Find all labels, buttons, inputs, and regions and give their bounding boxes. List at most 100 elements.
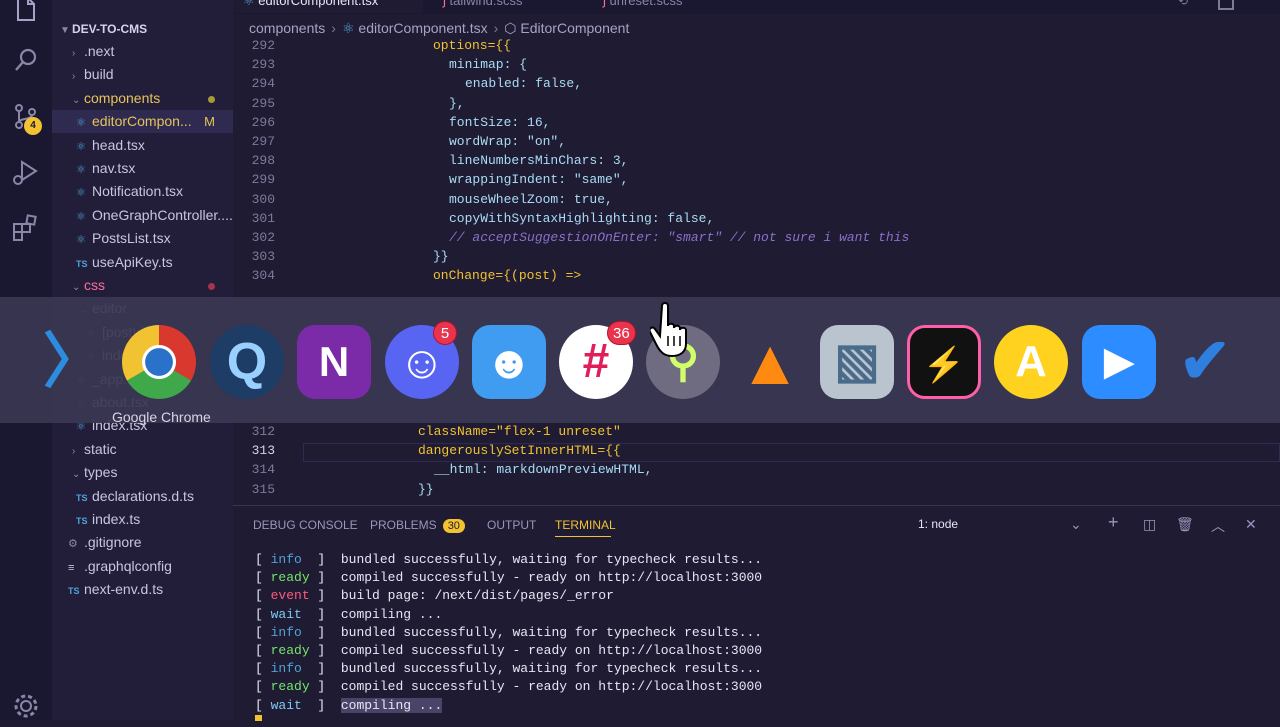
code-line: copyWithSyntaxHighlighting: false,: [449, 210, 715, 226]
bottom-panel: DEBUG CONSOLE PROBLEMS 30 OUTPUT TERMINAL…: [233, 505, 1280, 721]
tree-item-label: build: [84, 66, 114, 83]
typescript-icon: TS: [76, 258, 88, 269]
code-line: minimap: {: [449, 57, 528, 73]
line-number: 298: [251, 153, 275, 169]
log-level: ready: [270, 679, 310, 695]
chevron-down-icon[interactable]: ⌄: [1070, 516, 1082, 533]
file-item[interactable]: ≡ .graphqlconfig: [52, 555, 233, 578]
tree-item-label: declarations.d.ts: [92, 487, 194, 504]
dock-app-vlc-icon[interactable]: ▲: [733, 325, 807, 399]
breadcrumb-folder[interactable]: components: [249, 20, 325, 36]
file-item[interactable]: ⚙ .gitignore: [52, 531, 233, 554]
log-message: compiled successfully - ready on http://…: [340, 679, 763, 695]
sass-icon: ʃ: [603, 0, 606, 8]
chevron-right-icon: ›: [72, 48, 76, 59]
tree-item-label: static: [84, 440, 117, 457]
file-item[interactable]: TS declarations.d.ts: [52, 485, 233, 508]
chevron-down-icon: ⌄: [72, 282, 81, 293]
line-number: 313: [251, 443, 275, 459]
dock-app-hyper-icon[interactable]: ⚡: [907, 325, 981, 399]
code-line: wordWrap: "on",: [449, 134, 567, 149]
code-line: wrappingIndent: "same",: [449, 172, 629, 188]
code-line: lineNumbersMinChars: 3,: [449, 153, 629, 169]
search-icon[interactable]: [10, 44, 42, 76]
component-icon: ⬡: [504, 20, 517, 36]
react-icon: ⚛: [76, 187, 86, 200]
tab-terminal[interactable]: TERMINAL: [555, 518, 616, 532]
tab-debug-console[interactable]: DEBUG CONSOLE: [253, 518, 358, 532]
typescript-icon: TS: [68, 586, 80, 597]
dock-app-to-do-icon[interactable]: ✔: [1168, 325, 1242, 399]
file-item[interactable]: TS useApiKey.ts: [52, 251, 233, 274]
tree-item-label: .gitignore: [84, 534, 142, 551]
file-item[interactable]: ⚛ OneGraphController....: [52, 204, 233, 227]
run-debug-icon[interactable]: [10, 156, 42, 188]
tree-item-label: Notification.tsx: [92, 183, 184, 200]
workspace-root[interactable]: ▼ DEV-TO-CMS: [52, 18, 233, 40]
folder-item[interactable]: › build: [52, 63, 233, 86]
split-editor-icon[interactable]: [1218, 0, 1234, 10]
tab-output[interactable]: OUTPUT: [487, 518, 536, 532]
line-number: 293: [251, 57, 275, 73]
editor-tabs: ⚛ editorComponent.tsx ʃ tailwind.scss ʃ …: [233, 0, 1280, 14]
log-level: info: [270, 552, 302, 567]
folder-item[interactable]: ⌄ css: [52, 274, 233, 297]
close-icon[interactable]: ✕: [1245, 516, 1257, 533]
typescript-icon: TS: [76, 516, 88, 526]
files-icon[interactable]: [10, 0, 42, 26]
scm-badge: 4: [24, 117, 42, 135]
terminal-line: [ info ] bundled successfully, waiting f…: [255, 552, 763, 567]
dock-app-visual-studio-code-icon[interactable]: 〉: [36, 325, 110, 399]
breadcrumb-file[interactable]: editorComponent.tsx: [358, 20, 487, 36]
dock-app-google-chrome-icon[interactable]: [122, 325, 196, 399]
terminal-line: [ ready ] compiled successfully - ready …: [255, 679, 763, 695]
tree-item-label: PostsList.tsx: [92, 230, 171, 247]
tab-tailwind[interactable]: ʃ tailwind.scss: [433, 0, 583, 13]
dock-app-onenote-icon[interactable]: N: [297, 325, 371, 399]
file-item[interactable]: TS index.ts: [52, 508, 233, 531]
log-message: compiling ...: [340, 697, 443, 713]
terminal-line: [ ready ] compiled successfully - ready …: [255, 570, 763, 586]
tab-editor-component[interactable]: ⚛ editorComponent.tsx: [233, 0, 423, 13]
file-item[interactable]: ⚛ PostsList.tsx: [52, 227, 233, 250]
file-item[interactable]: ⚛ Notification.tsx: [52, 180, 233, 203]
file-item[interactable]: ⚛ head.tsx: [52, 134, 233, 157]
line-number: 301: [251, 210, 275, 226]
log-level: info: [270, 624, 302, 640]
file-item[interactable]: ⚛ editorCompon... M: [52, 110, 233, 134]
tab-problems[interactable]: PROBLEMS 30: [370, 518, 465, 533]
folder-item[interactable]: ⌄ components: [52, 87, 233, 110]
code-line: }}: [418, 481, 434, 497]
dock-app-finder-icon[interactable]: ☻: [472, 325, 546, 399]
settings-gear-icon[interactable]: [10, 690, 42, 722]
log-level: wait: [270, 697, 302, 713]
add-terminal-icon[interactable]: +: [1108, 512, 1119, 533]
tab-unreset[interactable]: ʃ unreset.scss: [593, 0, 743, 13]
tree-item-label: nav.tsx: [92, 160, 136, 176]
tree-item-label: useApiKey.ts: [92, 253, 173, 270]
folder-item[interactable]: › .next: [52, 40, 233, 63]
folder-item[interactable]: › static: [52, 438, 233, 461]
line-number: 312: [251, 424, 275, 439]
split-terminal-icon[interactable]: ◫: [1143, 516, 1156, 533]
dock-app-zoom-icon[interactable]: ▶: [1082, 325, 1156, 399]
trash-icon[interactable]: 🗑: [1176, 516, 1194, 533]
chevron-down-icon: ⌄: [72, 94, 81, 106]
dock-app-quicktime-player-icon[interactable]: Q: [210, 325, 284, 399]
file-item[interactable]: TS next-env.d.ts: [52, 578, 233, 601]
extensions-icon[interactable]: [10, 212, 42, 244]
chevron-up-icon[interactable]: ︿: [1211, 516, 1225, 536]
code-line: }}: [433, 249, 449, 265]
folder-item[interactable]: ⌄ types: [52, 461, 233, 484]
code-line: },: [449, 95, 465, 111]
dock-app-preview-icon[interactable]: ▧: [820, 325, 894, 399]
breadcrumb: components › ⚛ editorComponent.tsx › ⬡ Edito…: [249, 20, 630, 36]
compare-icon[interactable]: ⟲: [1178, 0, 1188, 8]
breadcrumb-symbol[interactable]: EditorComponent: [520, 20, 629, 36]
file-item[interactable]: ⚛ nav.tsx: [52, 157, 233, 180]
log-message: build page: /next/dist/pages/_error: [340, 588, 614, 604]
dock-app-keystone-icon[interactable]: A: [994, 325, 1068, 399]
terminal-select[interactable]: 1: node: [918, 517, 958, 531]
react-icon: ⚛: [76, 140, 86, 153]
dock-tooltip: Google Chrome: [112, 409, 211, 425]
